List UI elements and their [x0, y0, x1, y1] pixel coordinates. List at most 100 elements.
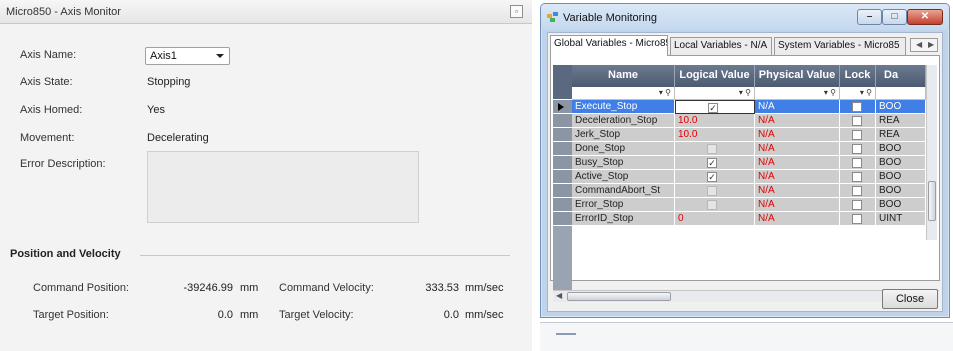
row-selector[interactable] [553, 156, 572, 170]
logical-value-cell[interactable]: ✓ [675, 156, 755, 170]
lock-cell[interactable] [840, 184, 876, 198]
value-checkbox[interactable]: ✓ [707, 172, 717, 182]
variable-name[interactable]: Execute_Stop [572, 100, 675, 114]
movement-label: Movement: [20, 132, 75, 144]
variable-name[interactable]: ErrorID_Stop [572, 212, 675, 226]
table-row[interactable]: CommandAbort_St N/A BOO [572, 184, 937, 198]
variable-name[interactable]: Jerk_Stop [572, 128, 675, 142]
variable-name[interactable]: Done_Stop [572, 142, 675, 156]
axis-name-dropdown[interactable]: Axis1 [145, 47, 230, 65]
target-velocity-value: 0.0 [443, 309, 459, 321]
lock-cell[interactable] [840, 212, 876, 226]
lock-checkbox[interactable] [852, 116, 862, 126]
lock-cell[interactable] [840, 100, 876, 114]
vertical-scrollbar[interactable] [926, 65, 937, 240]
lock-cell[interactable] [840, 170, 876, 184]
table-row[interactable]: Deceleration_Stop 10.0 N/A REA [572, 114, 937, 128]
section-divider [140, 255, 510, 256]
logical-value-cell[interactable] [675, 184, 755, 198]
axis-monitor-panel: Micro850 - Axis Monitor ▫ Axis Name: Axi… [0, 0, 532, 351]
row-selector[interactable] [553, 128, 572, 142]
table-row[interactable]: Busy_Stop ✓ N/A BOO [572, 156, 937, 170]
chevron-left-icon[interactable]: ◀ [916, 40, 922, 49]
lock-filter[interactable]: ▾ ⚲ [840, 87, 876, 100]
lock-cell[interactable] [840, 114, 876, 128]
lock-checkbox[interactable] [852, 214, 862, 224]
scroll-left-icon[interactable]: ◀ [556, 291, 562, 300]
variable-name[interactable]: Deceleration_Stop [572, 114, 675, 128]
logical-value[interactable]: 0 [675, 212, 755, 226]
variable-monitoring-titlebar[interactable]: Variable Monitoring – □ ✕ [541, 4, 949, 30]
float-window-icon[interactable]: ▫ [510, 5, 523, 18]
lock-cell[interactable] [840, 156, 876, 170]
row-selector[interactable] [553, 142, 572, 156]
lock-checkbox[interactable] [852, 144, 862, 154]
row-selector[interactable] [553, 184, 572, 198]
logical-value[interactable]: 10.0 [675, 114, 755, 128]
lock-checkbox[interactable] [852, 102, 862, 112]
close-button[interactable]: Close [882, 289, 938, 309]
row-header-column [553, 65, 572, 297]
chevron-right-icon[interactable]: ▶ [928, 40, 934, 49]
row-selector[interactable] [553, 114, 572, 128]
variable-name[interactable]: CommandAbort_St [572, 184, 675, 198]
table-row[interactable]: Active_Stop ✓ N/A BOO [572, 170, 937, 184]
column-header-name[interactable]: Name [572, 65, 675, 87]
column-header-physical-value[interactable]: Physical Value [755, 65, 840, 87]
logical-value-cell[interactable] [675, 142, 755, 156]
error-description-label: Error Description: [20, 158, 106, 170]
value-checkbox[interactable]: ✓ [708, 103, 718, 113]
lock-checkbox[interactable] [852, 130, 862, 140]
table-row[interactable]: Error_Stop N/A BOO [572, 198, 937, 212]
axis-monitor-titlebar: Micro850 - Axis Monitor ▫ [0, 0, 532, 24]
window-close-button[interactable]: ✕ [907, 9, 943, 25]
tab-scroll-buttons[interactable]: ◀ ▶ [910, 38, 938, 52]
column-header-lock[interactable]: Lock [840, 65, 876, 87]
minimize-button[interactable]: – [857, 9, 882, 25]
tab-global-variables[interactable]: Global Variables - Micro850 [550, 35, 668, 56]
data-type-filter[interactable] [876, 87, 926, 100]
physical-value-filter[interactable]: ▾ ⚲ [755, 87, 840, 100]
row-selector[interactable] [553, 100, 572, 114]
target-velocity-unit: mm/sec [465, 309, 504, 321]
logical-value[interactable]: 10.0 [675, 128, 755, 142]
name-filter[interactable]: ▾ ⚲ [572, 87, 675, 100]
row-selector[interactable] [553, 170, 572, 184]
table-row[interactable]: Execute_Stop ✓ N/A BOO [572, 100, 937, 114]
variable-name[interactable]: Error_Stop [572, 198, 675, 212]
column-header-logical-value[interactable]: Logical Value [675, 65, 755, 87]
logical-value-filter[interactable]: ▾ ⚲ [675, 87, 755, 100]
logical-value-cell[interactable]: ✓ [675, 170, 755, 184]
table-row[interactable]: ErrorID_Stop 0 N/A UINT [572, 212, 937, 226]
lock-checkbox[interactable] [852, 200, 862, 210]
lock-cell[interactable] [840, 142, 876, 156]
tab-local-variables[interactable]: Local Variables - N/A [670, 37, 772, 55]
data-type: BOO [876, 170, 926, 184]
variable-name[interactable]: Active_Stop [572, 170, 675, 184]
lock-checkbox[interactable] [852, 158, 862, 168]
current-row-arrow-icon [558, 103, 564, 111]
lock-checkbox[interactable] [852, 172, 862, 182]
table-row[interactable]: Jerk_Stop 10.0 N/A REA [572, 128, 937, 142]
horizontal-scroll-thumb[interactable] [567, 292, 671, 301]
lock-cell[interactable] [840, 128, 876, 142]
vertical-scroll-thumb[interactable] [928, 181, 936, 221]
logical-value-cell[interactable]: ✓ [675, 100, 755, 114]
maximize-button[interactable]: □ [882, 9, 907, 25]
tab-system-variables[interactable]: System Variables - Micro85 [774, 37, 906, 55]
variable-name[interactable]: Busy_Stop [572, 156, 675, 170]
value-checkbox[interactable]: ✓ [707, 158, 717, 168]
lock-cell[interactable] [840, 198, 876, 212]
row-selector[interactable] [553, 198, 572, 212]
axis-monitor-title: Micro850 - Axis Monitor [6, 6, 121, 18]
command-velocity-value: 333.53 [425, 282, 459, 294]
variables-grid-panel: Name Logical Value Physical Value Lock D… [550, 55, 940, 302]
table-row[interactable]: Done_Stop N/A BOO [572, 142, 937, 156]
movement-value: Decelerating [147, 132, 209, 144]
command-velocity-unit: mm/sec [465, 282, 504, 294]
row-selector[interactable] [553, 212, 572, 226]
close-icon: ✕ [920, 11, 930, 22]
column-header-data-type[interactable]: Da [876, 65, 926, 87]
lock-checkbox[interactable] [852, 186, 862, 196]
logical-value-cell[interactable] [675, 198, 755, 212]
